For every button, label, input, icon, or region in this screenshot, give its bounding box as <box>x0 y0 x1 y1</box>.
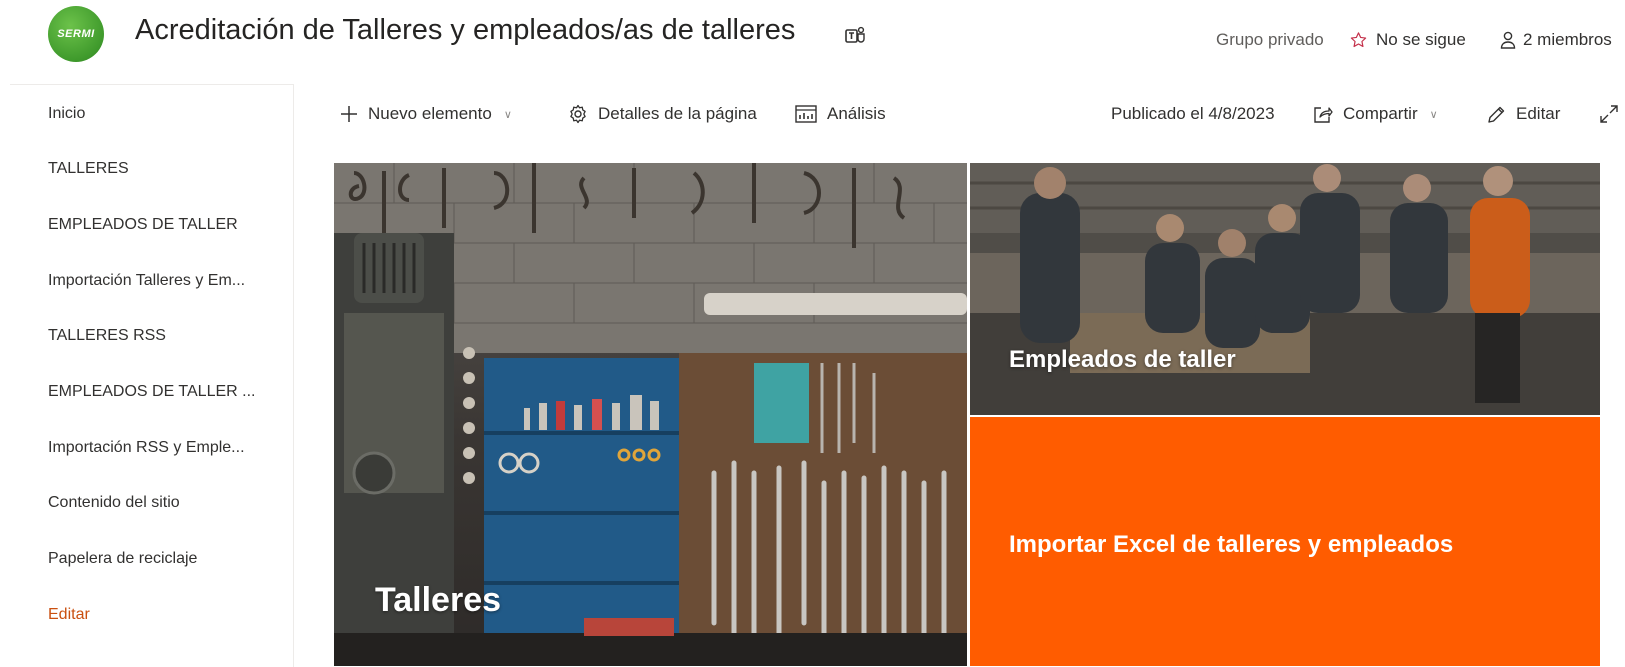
nav-item-importacion-rss[interactable]: Importación RSS y Emple... <box>48 439 278 457</box>
employees-image <box>970 163 1600 415</box>
new-item-button[interactable]: Nuevo elemento ∨ <box>340 104 512 124</box>
analytics-button[interactable]: Análisis <box>795 104 886 124</box>
expand-icon <box>1600 105 1618 123</box>
follow-button[interactable]: No se sigue <box>1349 30 1466 50</box>
hero-label-importar: Importar Excel de talleres y empleados <box>1009 531 1454 558</box>
site-logo[interactable]: SERMI <box>48 6 104 62</box>
hero-label-empleados: Empleados de taller <box>1009 346 1236 373</box>
published-status: Publicado el 4/8/2023 <box>1111 104 1275 124</box>
nav-item-talleres[interactable]: TALLERES <box>48 160 278 178</box>
left-navigation: Inicio TALLERES EMPLEADOS DE TALLER Impo… <box>10 84 294 667</box>
edit-page-label: Editar <box>1516 104 1561 123</box>
analytics-label: Análisis <box>827 104 886 123</box>
plus-icon <box>341 106 357 122</box>
chevron-down-icon: ∨ <box>503 108 512 121</box>
share-icon <box>1314 107 1333 123</box>
share-button[interactable]: Compartir ∨ <box>1313 104 1438 124</box>
star-icon <box>1350 32 1367 48</box>
privacy-label: Grupo privado <box>1216 30 1324 49</box>
chevron-down-icon: ∨ <box>1429 108 1438 121</box>
nav-item-empleados-de-taller[interactable]: EMPLEADOS DE TALLER <box>48 216 278 234</box>
hero-tile-importar-excel[interactable]: Importar Excel de talleres y empleados <box>970 417 1600 666</box>
nav-item-talleres-rss[interactable]: TALLERES RSS <box>48 327 278 345</box>
teams-icon[interactable] <box>845 26 867 46</box>
gear-icon <box>570 104 586 124</box>
site-title[interactable]: Acreditación de Talleres y empleados/as … <box>135 14 795 47</box>
person-icon <box>1500 31 1516 49</box>
hero-tile-talleres[interactable]: Talleres <box>334 163 967 666</box>
new-item-label: Nuevo elemento <box>368 104 492 123</box>
follow-label: No se sigue <box>1376 30 1466 49</box>
pencil-icon <box>1488 106 1505 123</box>
nav-item-papelera[interactable]: Papelera de reciclaje <box>48 550 278 568</box>
members-label: 2 miembros <box>1523 30 1612 49</box>
hero-tile-empleados[interactable]: Empleados de taller <box>970 163 1600 415</box>
members-button[interactable]: 2 miembros <box>1500 30 1612 50</box>
page-details-button[interactable]: Detalles de la página <box>568 104 757 124</box>
edit-page-button[interactable]: Editar <box>1487 104 1560 124</box>
hero-label-talleres: Talleres <box>375 581 502 619</box>
published-label: Publicado el 4/8/2023 <box>1111 104 1275 123</box>
nav-item-importacion-talleres[interactable]: Importación Talleres y Em... <box>48 272 278 290</box>
nav-edit-link[interactable]: Editar <box>48 606 278 624</box>
nav-item-contenido-del-sitio[interactable]: Contenido del sitio <box>48 494 278 512</box>
expand-button[interactable] <box>1599 104 1619 124</box>
site-header: SERMI Acreditación de Talleres y emplead… <box>0 0 1625 82</box>
analytics-icon <box>795 105 817 123</box>
nav-item-inicio[interactable]: Inicio <box>48 105 278 123</box>
logo-text: SERMI <box>57 28 95 40</box>
page-details-label: Detalles de la página <box>598 104 757 123</box>
nav-item-empleados-de-taller-rss[interactable]: EMPLEADOS DE TALLER ... <box>48 383 278 401</box>
share-label: Compartir <box>1343 104 1418 123</box>
